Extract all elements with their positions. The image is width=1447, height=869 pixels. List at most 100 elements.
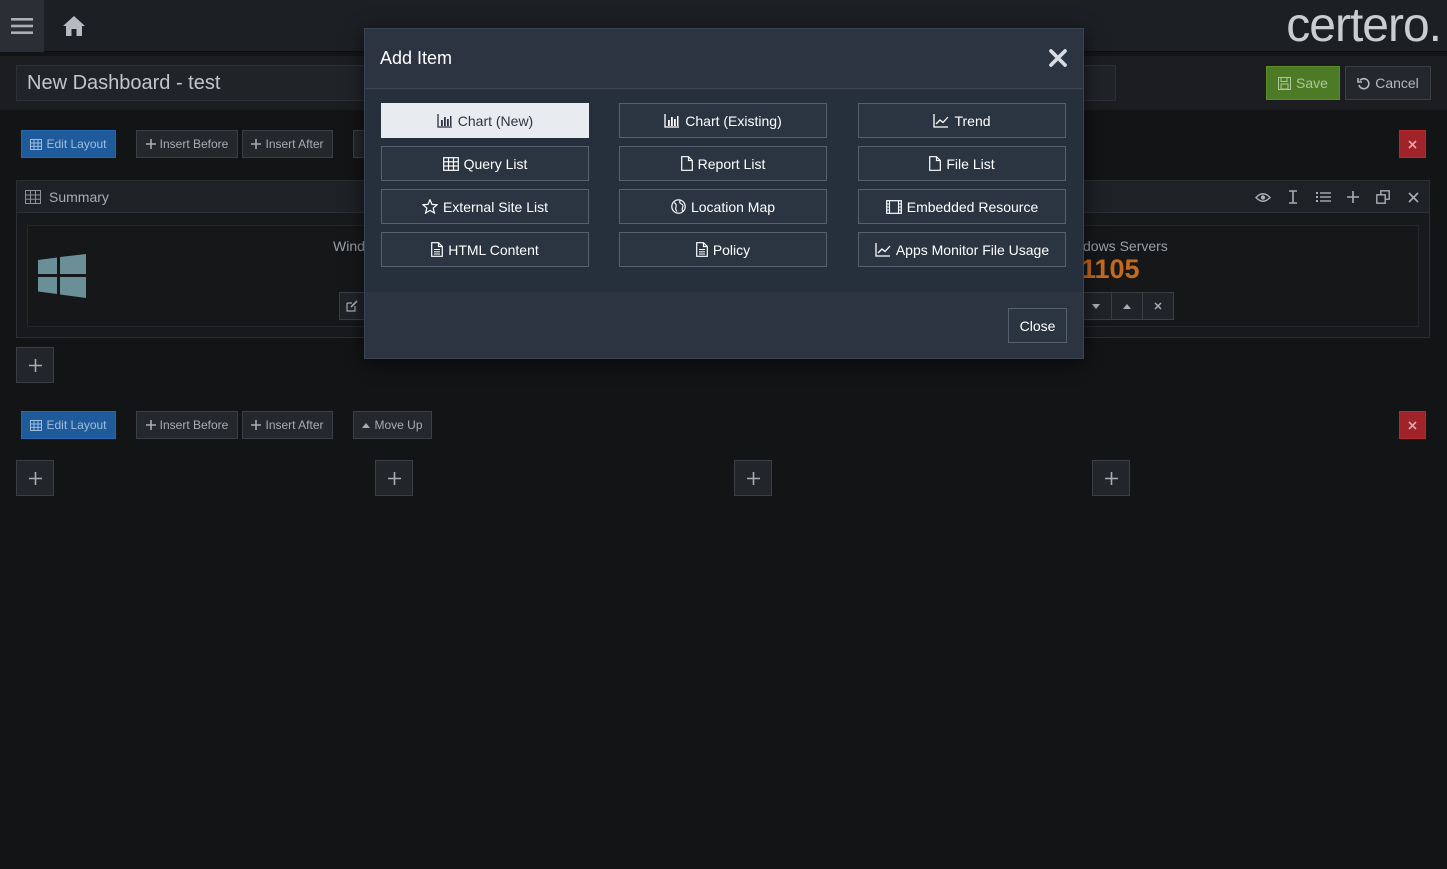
windows-logo-icon — [38, 254, 86, 298]
add-item-col4-button[interactable] — [1092, 460, 1130, 496]
row2-insert-before-button[interactable]: Insert Before — [136, 411, 238, 439]
modal-footer: Close — [365, 292, 1083, 358]
row1-edit-layout-button[interactable]: Edit Layout — [21, 130, 116, 158]
row1-insert-before-label: Insert Before — [159, 137, 229, 151]
row2-insert-after-label: Insert After — [265, 418, 324, 432]
file-text-icon — [695, 242, 708, 257]
move-up-button[interactable] — [1111, 292, 1143, 320]
save-label: Save — [1296, 75, 1328, 91]
chart-new-button[interactable]: Chart (New) — [381, 103, 589, 138]
close-icon — [1154, 302, 1162, 310]
save-button[interactable]: Save — [1266, 66, 1340, 100]
panel-tools — [1253, 187, 1423, 207]
row2-edit-layout-button[interactable]: Edit Layout — [21, 411, 116, 439]
table-icon — [442, 156, 459, 171]
trend-line-icon — [875, 242, 891, 257]
plus-icon — [28, 471, 42, 485]
caret-down-icon — [1092, 303, 1100, 309]
edit-icon — [346, 300, 358, 312]
plus-icon — [251, 139, 262, 149]
policy-label: Policy — [712, 241, 751, 258]
grid-icon — [30, 419, 43, 431]
file-text-icon — [431, 242, 444, 257]
row2-move-up-button[interactable]: Move Up — [353, 411, 432, 439]
report-list-label: Report List — [697, 155, 766, 172]
text-cursor-icon[interactable] — [1283, 187, 1303, 207]
globe-icon — [671, 199, 686, 214]
chart-existing-button[interactable]: Chart (Existing) — [619, 103, 827, 138]
modal-title: Add Item — [380, 48, 453, 68]
menu-button[interactable] — [0, 0, 44, 52]
tile-value-windows-servers: 1105 — [1081, 254, 1140, 284]
home-button[interactable] — [56, 10, 92, 42]
policy-button[interactable]: Policy — [619, 232, 827, 267]
row1-insert-before-button[interactable]: Insert Before — [136, 130, 238, 158]
cancel-button[interactable]: Cancel — [1345, 66, 1431, 100]
row1-edit-layout-label: Edit Layout — [46, 137, 107, 151]
remove-tile-button[interactable] — [1142, 292, 1174, 320]
modal-body: Chart (New) Chart (Existing) Trend Query… — [365, 90, 1083, 292]
panel-title: Summary — [49, 188, 109, 205]
external-site-list-button[interactable]: External Site List — [381, 189, 589, 224]
caret-up-icon — [362, 422, 371, 428]
report-list-button[interactable]: Report List — [619, 146, 827, 181]
copy-icon[interactable] — [1373, 187, 1393, 207]
move-down-button[interactable] — [1080, 292, 1112, 320]
tile-label-windows: Wind — [333, 238, 365, 254]
plus-icon — [28, 358, 42, 372]
trend-button[interactable]: Trend — [858, 103, 1066, 138]
query-list-button[interactable]: Query List — [381, 146, 589, 181]
location-map-label: Location Map — [690, 198, 776, 215]
row2-delete-button[interactable] — [1399, 411, 1426, 439]
plus-icon — [1104, 471, 1118, 485]
plus-icon — [387, 471, 401, 485]
undo-icon — [1357, 77, 1370, 89]
row1-delete-button[interactable] — [1399, 130, 1426, 158]
close-icon[interactable] — [1049, 49, 1067, 67]
row1-insert-after-button[interactable]: Insert After — [242, 130, 333, 158]
close-icon — [1408, 420, 1417, 430]
add-item-col3-button[interactable] — [734, 460, 772, 496]
caret-up-icon — [1123, 303, 1131, 309]
close-button[interactable]: Close — [1008, 308, 1067, 343]
apps-monitor-file-usage-label: Apps Monitor File Usage — [895, 241, 1050, 258]
close-icon — [1408, 139, 1417, 149]
plus-icon — [746, 471, 760, 485]
embedded-resource-button[interactable]: Embedded Resource — [858, 189, 1066, 224]
trend-line-icon — [933, 113, 949, 128]
row2-edit-layout-label: Edit Layout — [46, 418, 107, 432]
html-content-label: HTML Content — [448, 241, 539, 258]
file-list-button[interactable]: File List — [858, 146, 1066, 181]
brand-logo: certero. — [1286, 0, 1442, 52]
trend-label: Trend — [954, 112, 991, 129]
add-row-button[interactable] — [16, 347, 54, 383]
cancel-label: Cancel — [1375, 75, 1419, 91]
plus-icon[interactable] — [1343, 187, 1363, 207]
chart-existing-label: Chart (Existing) — [685, 112, 782, 129]
row2-insert-after-button[interactable]: Insert After — [242, 411, 333, 439]
tile-edit-button[interactable] — [339, 292, 365, 320]
plus-icon — [145, 420, 156, 430]
row2-move-up-label: Move Up — [374, 418, 423, 432]
chart-bar-icon — [437, 113, 452, 128]
list-icon[interactable] — [1313, 187, 1333, 207]
embedded-resource-label: Embedded Resource — [906, 198, 1039, 215]
external-site-list-label: External Site List — [442, 198, 549, 215]
location-map-button[interactable]: Location Map — [619, 189, 827, 224]
row2-toolbar: Edit Layout Insert Before Insert After M… — [0, 411, 1447, 441]
add-item-col1-button[interactable] — [16, 460, 54, 496]
grid-icon — [30, 138, 43, 150]
html-content-button[interactable]: HTML Content — [381, 232, 589, 267]
film-icon — [885, 199, 902, 214]
table-icon — [25, 189, 41, 204]
modal-header: Add Item — [365, 29, 1083, 89]
star-icon — [421, 199, 438, 214]
file-icon — [680, 156, 693, 171]
floppy-icon — [1278, 76, 1292, 90]
add-item-col2-button[interactable] — [375, 460, 413, 496]
apps-monitor-file-usage-button[interactable]: Apps Monitor File Usage — [858, 232, 1066, 267]
chart-bar-icon — [664, 113, 680, 128]
close-icon[interactable] — [1403, 187, 1423, 207]
eye-icon[interactable] — [1253, 187, 1273, 207]
plus-icon — [251, 420, 262, 430]
